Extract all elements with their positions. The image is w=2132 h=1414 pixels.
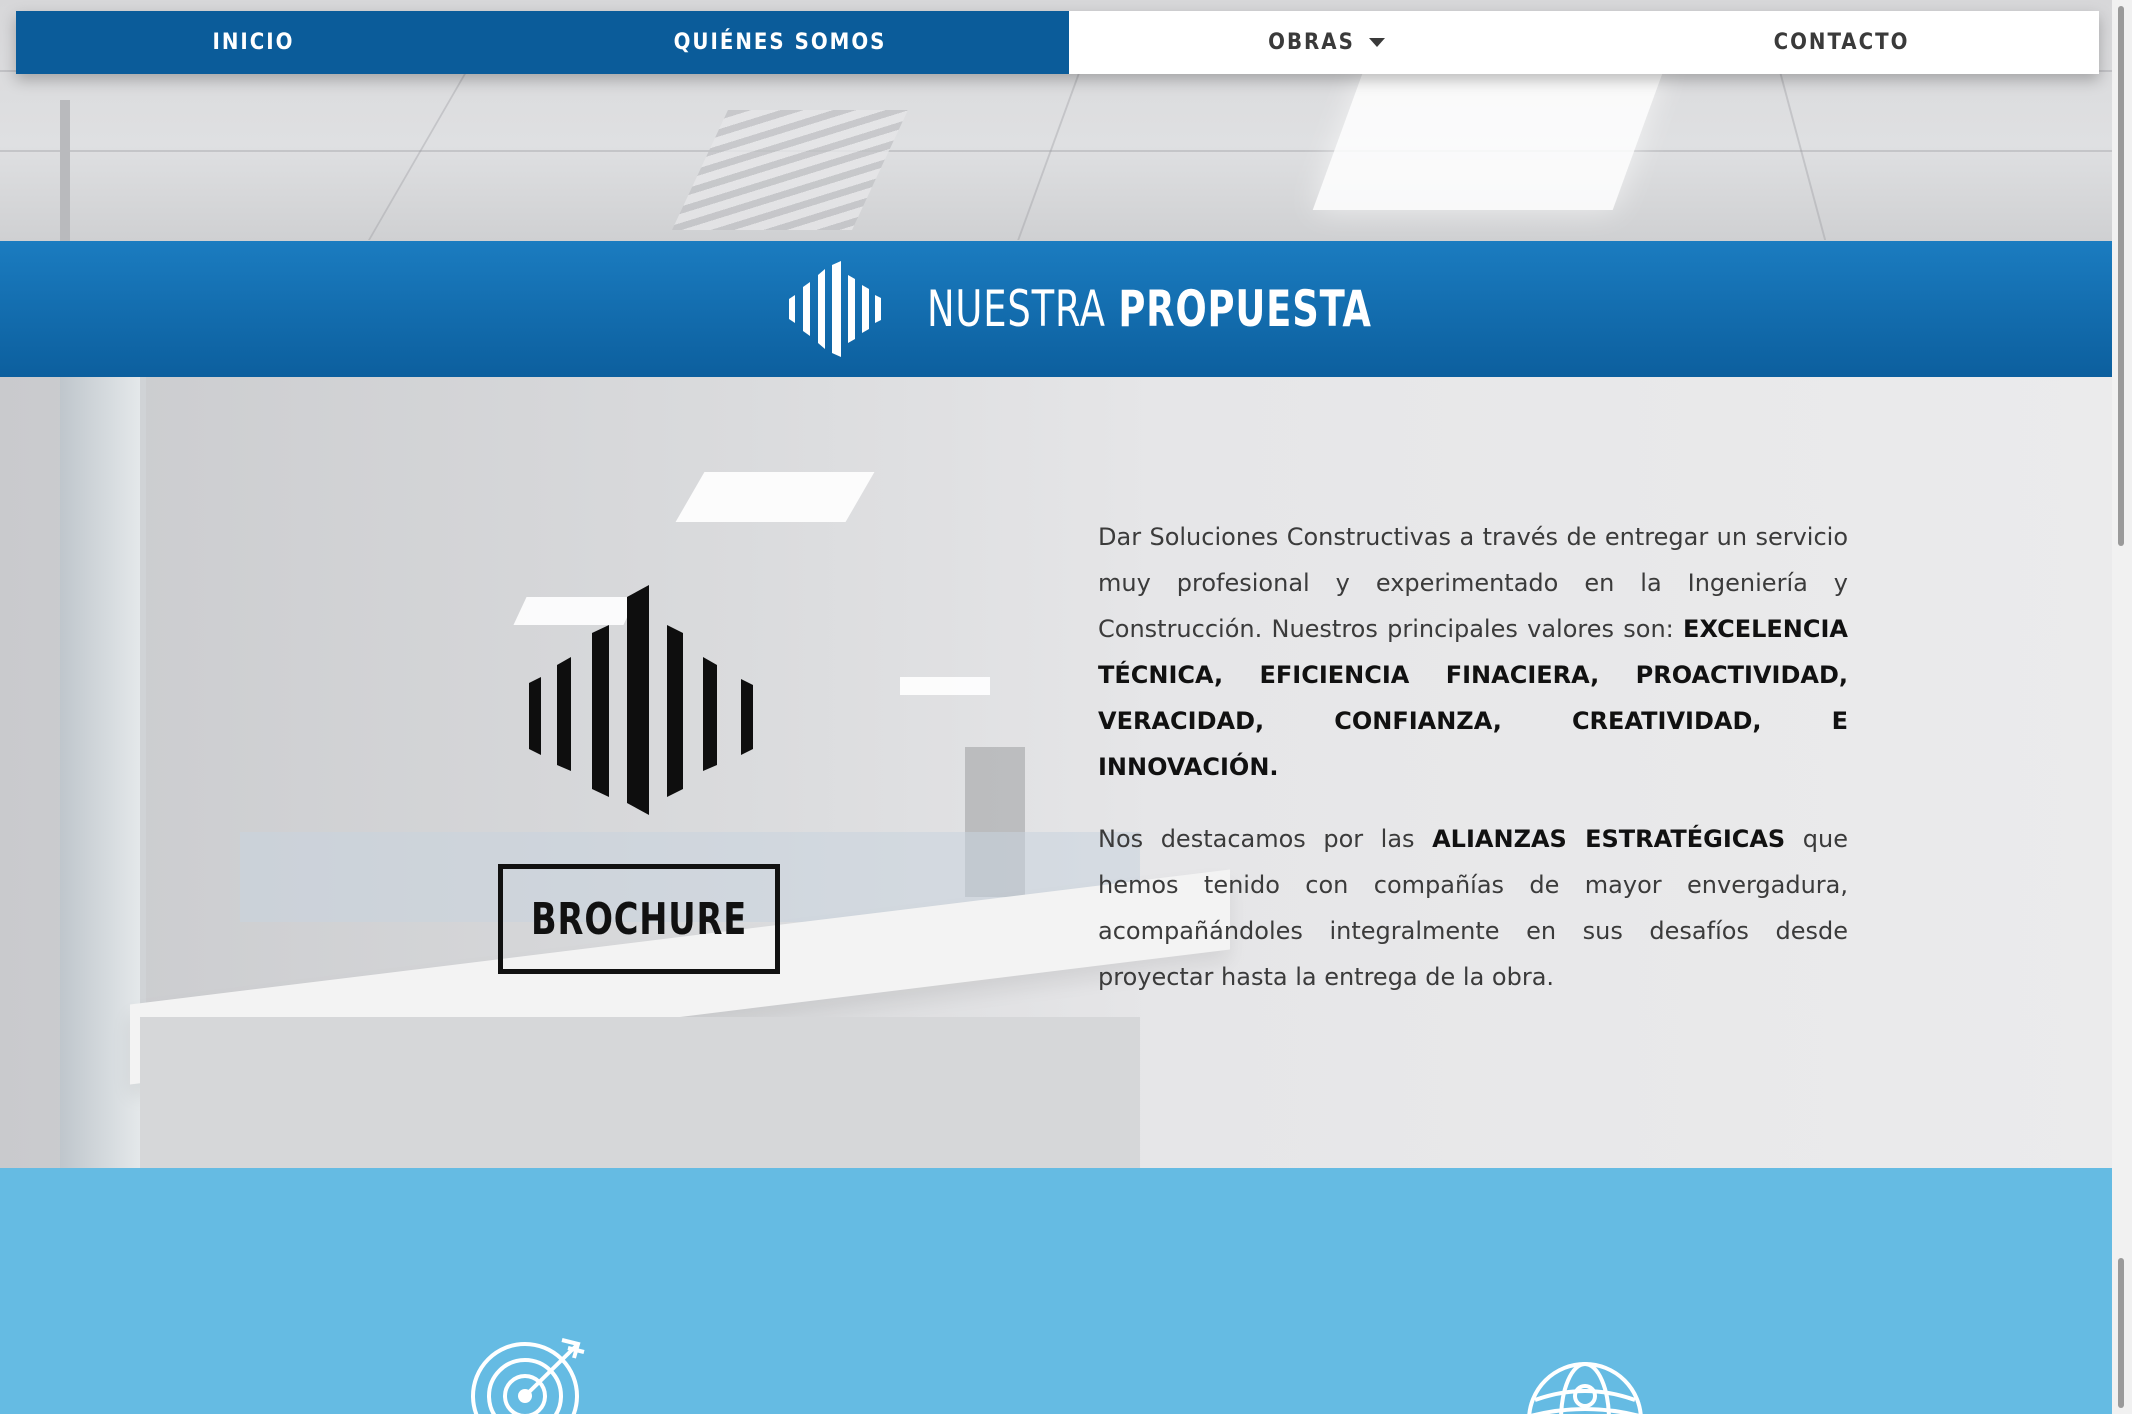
globe-icon xyxy=(1527,1362,1643,1414)
chevron-down-icon xyxy=(1368,38,1385,47)
nav-item-label: INICIO xyxy=(212,30,295,55)
brochure-button[interactable]: BROCHURE xyxy=(498,864,780,974)
alliances-paragraph: Nos destacamos por las ALIANZAS ESTRATÉG… xyxy=(1098,816,1848,1000)
section-title-light: NUESTRA xyxy=(927,280,1106,338)
proposal-text: Dar Soluciones Constructivas a través de… xyxy=(1098,514,1848,1026)
main-navigation: INICIO QUIÉNES SOMOS OBRAS CONTACTO xyxy=(16,11,2099,74)
nav-item-label: QUIÉNES SOMOS xyxy=(673,30,887,55)
page-scrollbar[interactable] xyxy=(2112,0,2132,1414)
scrollbar-thumb[interactable] xyxy=(2118,6,2124,546)
brochure-button-label: BROCHURE xyxy=(530,893,748,945)
nav-item-inicio[interactable]: INICIO xyxy=(16,11,491,74)
alliances-bold: ALIANZAS ESTRATÉGICAS xyxy=(1432,825,1786,853)
nav-item-contacto[interactable]: CONTACTO xyxy=(1584,11,2099,74)
values-paragraph: Dar Soluciones Constructivas a través de… xyxy=(1098,514,1848,790)
nav-item-label: CONTACTO xyxy=(1773,30,1910,55)
section-header-band: NUESTRA PROPUESTA xyxy=(0,241,2112,377)
scrollbar-thumb-secondary[interactable] xyxy=(2118,1258,2124,1408)
section-title-bold: PROPUESTA xyxy=(1118,280,1372,338)
nav-item-label: OBRAS xyxy=(1268,30,1355,55)
alliances-before: Nos destacamos por las xyxy=(1098,825,1433,853)
values-icons-section xyxy=(0,1168,2112,1414)
nav-item-obras[interactable]: OBRAS xyxy=(1069,11,1584,74)
target-arrow-icon xyxy=(471,1338,585,1414)
sound-bars-logo-icon xyxy=(789,261,881,357)
nav-item-quienes-somos[interactable]: QUIÉNES SOMOS xyxy=(491,11,1069,74)
section-title: NUESTRA PROPUESTA xyxy=(927,280,1371,338)
sound-bars-logo-icon xyxy=(529,585,753,815)
